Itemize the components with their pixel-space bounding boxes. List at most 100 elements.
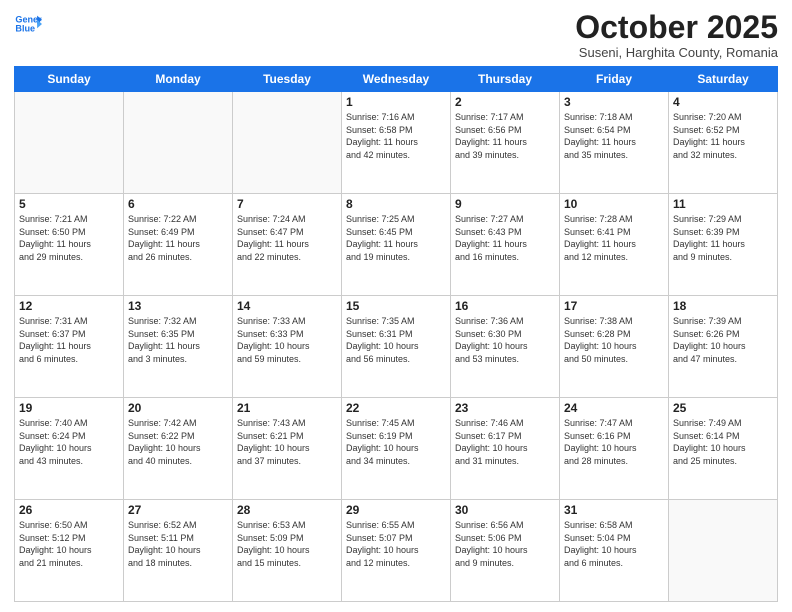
day-number: 14 (237, 299, 337, 313)
table-row: 27 Sunrise: 6:52 AM Sunset: 5:11 PM Dayli… (124, 500, 233, 602)
day-number: 20 (128, 401, 228, 415)
table-row: 2 Sunrise: 7:17 AM Sunset: 6:56 PM Daylig… (451, 92, 560, 194)
day-number: 7 (237, 197, 337, 211)
day-info: Sunrise: 7:35 AM Sunset: 6:31 PM Dayligh… (346, 315, 446, 365)
table-row: 16 Sunrise: 7:36 AM Sunset: 6:30 PM Dayli… (451, 296, 560, 398)
title-block: October 2025 Suseni, Harghita County, Ro… (575, 10, 778, 60)
day-number: 6 (128, 197, 228, 211)
table-row: 7Sunrise: 7:24 AM Sunset: 6:47 PM Daylig… (233, 194, 342, 296)
col-sunday: Sunday (15, 67, 124, 92)
day-info: Sunrise: 7:42 AM Sunset: 6:22 PM Dayligh… (128, 417, 228, 467)
table-row: 19 Sunrise: 7:40 AM Sunset: 6:24 PM Dayli… (15, 398, 124, 500)
logo: General Blue (14, 10, 42, 38)
day-number: 25 (673, 401, 773, 415)
day-info: Sunrise: 7:29 AM Sunset: 6:39 PM Dayligh… (673, 213, 773, 263)
col-tuesday: Tuesday (233, 67, 342, 92)
calendar-week-row: 5 Sunrise: 7:21 AM Sunset: 6:50 PM Daylig… (15, 194, 778, 296)
day-info: Sunrise: 7:18 AM Sunset: 6:54 PM Dayligh… (564, 111, 664, 161)
table-row (669, 500, 778, 602)
day-info: Sunrise: 7:28 AM Sunset: 6:41 PM Dayligh… (564, 213, 664, 263)
col-friday: Friday (560, 67, 669, 92)
day-number: 30 (455, 503, 555, 517)
day-info: Sunrise: 7:21 AM Sunset: 6:50 PM Dayligh… (19, 213, 119, 263)
calendar-week-row: 26Sunrise: 6:50 AM Sunset: 5:12 PM Dayli… (15, 500, 778, 602)
col-monday: Monday (124, 67, 233, 92)
day-info: Sunrise: 7:25 AM Sunset: 6:45 PM Dayligh… (346, 213, 446, 263)
day-info: Sunrise: 6:53 AM Sunset: 5:09 PM Dayligh… (237, 519, 337, 569)
day-info: Sunrise: 6:55 AM Sunset: 5:07 PM Dayligh… (346, 519, 446, 569)
table-row: 6 Sunrise: 7:22 AM Sunset: 6:49 PM Daylig… (124, 194, 233, 296)
day-number: 4 (673, 95, 773, 109)
month-title: October 2025 (575, 10, 778, 45)
day-info: Sunrise: 7:16 AM Sunset: 6:58 PM Dayligh… (346, 111, 446, 161)
table-row (15, 92, 124, 194)
day-info: Sunrise: 6:52 AM Sunset: 5:11 PM Dayligh… (128, 519, 228, 569)
table-row: 15 Sunrise: 7:35 AM Sunset: 6:31 PM Dayli… (342, 296, 451, 398)
day-info: Sunrise: 7:38 AM Sunset: 6:28 PM Dayligh… (564, 315, 664, 365)
day-info: Sunrise: 7:17 AM Sunset: 6:56 PM Dayligh… (455, 111, 555, 161)
day-number: 9 (455, 197, 555, 211)
day-info: Sunrise: 7:40 AM Sunset: 6:24 PM Dayligh… (19, 417, 119, 467)
table-row: 28Sunrise: 6:53 AM Sunset: 5:09 PM Dayli… (233, 500, 342, 602)
table-row: 13Sunrise: 7:32 AM Sunset: 6:35 PM Dayli… (124, 296, 233, 398)
table-row: 10 Sunrise: 7:28 AM Sunset: 6:41 PM Dayli… (560, 194, 669, 296)
day-info: Sunrise: 7:39 AM Sunset: 6:26 PM Dayligh… (673, 315, 773, 365)
day-number: 16 (455, 299, 555, 313)
day-number: 10 (564, 197, 664, 211)
day-number: 29 (346, 503, 446, 517)
day-number: 21 (237, 401, 337, 415)
day-number: 12 (19, 299, 119, 313)
table-row: 11 Sunrise: 7:29 AM Sunset: 6:39 PM Dayli… (669, 194, 778, 296)
table-row: 1Sunrise: 7:16 AM Sunset: 6:58 PM Daylig… (342, 92, 451, 194)
table-row: 31 Sunrise: 6:58 AM Sunset: 5:04 PM Dayli… (560, 500, 669, 602)
col-thursday: Thursday (451, 67, 560, 92)
table-row: 21 Sunrise: 7:43 AM Sunset: 6:21 PM Dayli… (233, 398, 342, 500)
day-info: Sunrise: 6:50 AM Sunset: 5:12 PM Dayligh… (19, 519, 119, 569)
table-row: 12 Sunrise: 7:31 AM Sunset: 6:37 PM Dayli… (15, 296, 124, 398)
day-number: 17 (564, 299, 664, 313)
day-number: 22 (346, 401, 446, 415)
day-number: 27 (128, 503, 228, 517)
table-row: 18 Sunrise: 7:39 AM Sunset: 6:26 PM Dayli… (669, 296, 778, 398)
calendar-table: Sunday Monday Tuesday Wednesday Thursday… (14, 66, 778, 602)
day-info: Sunrise: 7:45 AM Sunset: 6:19 PM Dayligh… (346, 417, 446, 467)
day-number: 3 (564, 95, 664, 109)
day-number: 2 (455, 95, 555, 109)
calendar-header-row: Sunday Monday Tuesday Wednesday Thursday… (15, 67, 778, 92)
day-number: 15 (346, 299, 446, 313)
day-info: Sunrise: 7:46 AM Sunset: 6:17 PM Dayligh… (455, 417, 555, 467)
day-number: 23 (455, 401, 555, 415)
table-row: 9 Sunrise: 7:27 AM Sunset: 6:43 PM Daylig… (451, 194, 560, 296)
day-info: Sunrise: 7:33 AM Sunset: 6:33 PM Dayligh… (237, 315, 337, 365)
day-number: 11 (673, 197, 773, 211)
table-row: 24Sunrise: 7:47 AM Sunset: 6:16 PM Dayli… (560, 398, 669, 500)
day-info: Sunrise: 7:20 AM Sunset: 6:52 PM Dayligh… (673, 111, 773, 161)
day-number: 31 (564, 503, 664, 517)
day-info: Sunrise: 7:49 AM Sunset: 6:14 PM Dayligh… (673, 417, 773, 467)
calendar-week-row: 19 Sunrise: 7:40 AM Sunset: 6:24 PM Dayli… (15, 398, 778, 500)
calendar-week-row: 12 Sunrise: 7:31 AM Sunset: 6:37 PM Dayli… (15, 296, 778, 398)
table-row: 20 Sunrise: 7:42 AM Sunset: 6:22 PM Dayli… (124, 398, 233, 500)
day-number: 18 (673, 299, 773, 313)
day-number: 5 (19, 197, 119, 211)
table-row: 8Sunrise: 7:25 AM Sunset: 6:45 PM Daylig… (342, 194, 451, 296)
day-info: Sunrise: 6:58 AM Sunset: 5:04 PM Dayligh… (564, 519, 664, 569)
day-info: Sunrise: 7:27 AM Sunset: 6:43 PM Dayligh… (455, 213, 555, 263)
logo-icon: General Blue (14, 10, 42, 38)
calendar-week-row: 1Sunrise: 7:16 AM Sunset: 6:58 PM Daylig… (15, 92, 778, 194)
day-info: Sunrise: 7:43 AM Sunset: 6:21 PM Dayligh… (237, 417, 337, 467)
table-row: 22 Sunrise: 7:45 AM Sunset: 6:19 PM Dayli… (342, 398, 451, 500)
day-number: 19 (19, 401, 119, 415)
day-info: Sunrise: 7:31 AM Sunset: 6:37 PM Dayligh… (19, 315, 119, 365)
day-info: Sunrise: 7:32 AM Sunset: 6:35 PM Dayligh… (128, 315, 228, 365)
day-info: Sunrise: 7:36 AM Sunset: 6:30 PM Dayligh… (455, 315, 555, 365)
day-info: Sunrise: 7:22 AM Sunset: 6:49 PM Dayligh… (128, 213, 228, 263)
table-row: 30Sunrise: 6:56 AM Sunset: 5:06 PM Dayli… (451, 500, 560, 602)
table-row: 17 Sunrise: 7:38 AM Sunset: 6:28 PM Dayli… (560, 296, 669, 398)
svg-text:Blue: Blue (15, 24, 35, 34)
table-row: 4 Sunrise: 7:20 AM Sunset: 6:52 PM Daylig… (669, 92, 778, 194)
table-row: 5 Sunrise: 7:21 AM Sunset: 6:50 PM Daylig… (15, 194, 124, 296)
table-row: 26Sunrise: 6:50 AM Sunset: 5:12 PM Dayli… (15, 500, 124, 602)
col-saturday: Saturday (669, 67, 778, 92)
table-row: 23 Sunrise: 7:46 AM Sunset: 6:17 PM Dayli… (451, 398, 560, 500)
